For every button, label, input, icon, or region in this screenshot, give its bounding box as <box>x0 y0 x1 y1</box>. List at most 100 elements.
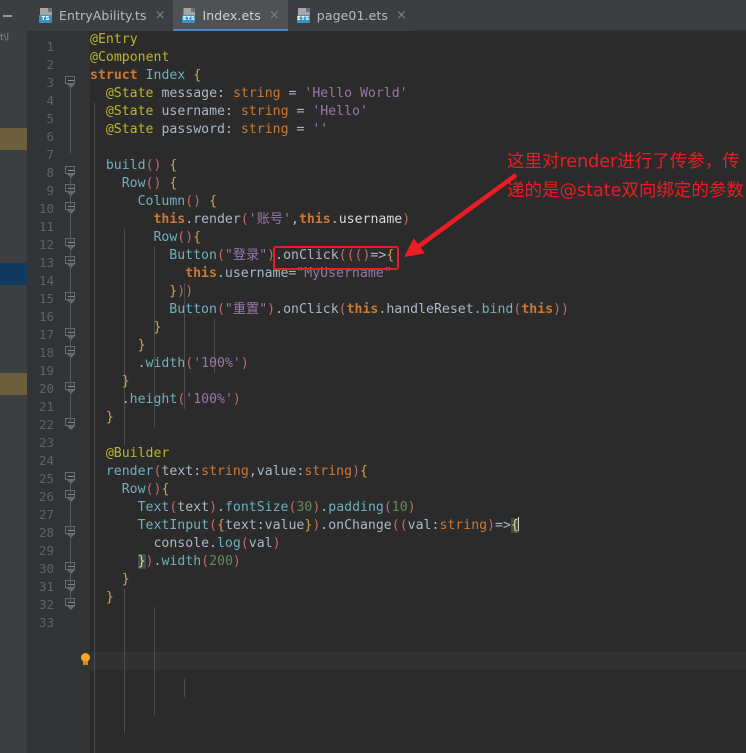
code-token: string <box>240 122 289 137</box>
line-number: 20 <box>38 381 54 396</box>
editor-left-strip[interactable]: t\l <box>0 31 27 753</box>
code-token: . <box>121 392 130 407</box>
code-token: Button <box>169 248 217 263</box>
typescript-file-icon: TS <box>39 8 53 23</box>
change-marker-selected[interactable] <box>0 263 27 285</box>
code-line[interactable]: .width('100%') <box>138 355 249 373</box>
file-badge-ts: TS <box>39 15 52 23</box>
code-editor[interactable]: t\l 1 2 3 4 5 6 7 8 9 10 11 12 13 14 15 16 17 18 19 20 21 22 2… <box>0 31 746 753</box>
code-token: . <box>275 248 284 263</box>
code-token: this <box>521 302 554 317</box>
tool-window-stub[interactable] <box>0 0 30 31</box>
code-token: ) <box>487 518 496 533</box>
tab-entryability-ts[interactable]: TS EntryAbility.ts × <box>30 0 174 31</box>
line-number: 13 <box>38 255 54 270</box>
code-token: = <box>280 86 305 101</box>
close-icon[interactable]: × <box>155 9 166 22</box>
code-token: password <box>153 122 225 137</box>
code-line[interactable]: struct Index { <box>90 67 201 85</box>
line-number: 6 <box>46 129 54 144</box>
code-token: . <box>473 302 482 317</box>
code-token: width <box>145 356 186 371</box>
code-line[interactable] <box>90 427 98 445</box>
code-token: ( <box>185 356 194 371</box>
line-number: 4 <box>46 93 54 108</box>
code-token: onClick <box>283 248 339 263</box>
code-token: bind <box>481 302 514 317</box>
code-line[interactable]: .height('100%') <box>122 391 241 409</box>
code-line[interactable]: @State message: string = 'Hello World' <box>106 85 408 103</box>
code-line[interactable]: Row() { <box>122 175 178 193</box>
line-number: 33 <box>38 615 54 630</box>
code-line[interactable]: Row(){ <box>153 229 201 247</box>
change-marker-modified[interactable] <box>0 373 27 395</box>
code-token: ) <box>272 536 281 551</box>
code-token: username <box>338 212 403 227</box>
line-number: 10 <box>38 201 54 216</box>
code-token: Column <box>137 194 186 209</box>
indent-guide <box>154 607 155 715</box>
code-token: : <box>224 104 233 119</box>
code-line[interactable] <box>90 139 98 157</box>
code-token: : <box>224 122 233 137</box>
code-token: { <box>169 158 178 173</box>
text-caret <box>517 517 519 531</box>
line-number: 12 <box>38 237 54 252</box>
code-line[interactable]: } <box>106 409 114 427</box>
code-line[interactable]: this.render('账号',this.username) <box>153 211 410 229</box>
code-line[interactable]: })) <box>169 283 193 301</box>
code-line[interactable]: @Component <box>90 49 169 67</box>
code-line[interactable]: Button("重置").onClick(this.handleReset.bi… <box>169 301 569 319</box>
code-area[interactable]: @Entry @Component struct Index {@State mes… <box>90 31 746 753</box>
code-token: Row <box>153 230 178 245</box>
close-icon[interactable]: × <box>269 9 280 22</box>
code-line[interactable]: Text(text).fontSize(30).padding(10) <box>138 499 416 517</box>
code-token: ) <box>232 554 241 569</box>
code-line[interactable]: console.log(val) <box>153 535 280 553</box>
code-token: val <box>407 518 432 533</box>
change-marker-modified[interactable] <box>0 128 27 150</box>
code-line[interactable]: build() { <box>106 157 178 175</box>
code-line[interactable]: Column() { <box>138 193 217 211</box>
breadcrumb: t\l <box>0 33 10 43</box>
code-line[interactable]: } <box>106 589 114 607</box>
code-token: this <box>153 212 186 227</box>
code-line[interactable]: Button("登录").onClick((()=>{ <box>169 247 394 265</box>
code-line[interactable]: @Builder <box>106 445 170 463</box>
code-line[interactable] <box>90 607 98 625</box>
code-line[interactable]: } <box>122 571 130 589</box>
code-token: 200 <box>209 554 233 569</box>
code-line[interactable]: } <box>122 373 130 391</box>
code-token: () <box>177 230 194 245</box>
code-token: ( <box>209 518 217 533</box>
editor-gutter[interactable]: 1 2 3 4 5 6 7 8 9 10 11 12 13 14 15 16 17 18 19 20 21 22 23 24 2… <box>27 31 90 753</box>
tab-index-ets[interactable]: ETS Index.ets × <box>173 0 289 31</box>
code-token: username <box>224 266 289 281</box>
code-token: 30 <box>296 500 313 515</box>
code-line[interactable]: @State username: string = 'Hello' <box>106 103 368 121</box>
code-token: ( <box>338 302 347 317</box>
line-number: 29 <box>38 543 54 558</box>
code-line[interactable]: Row(){ <box>122 481 170 499</box>
close-icon[interactable]: × <box>396 9 407 22</box>
code-line[interactable]: } <box>153 319 161 337</box>
code-line[interactable]: this.username="MyUsername" <box>185 265 391 283</box>
indent-guide <box>124 229 125 445</box>
tab-page01-ets[interactable]: ETS page01.ets × <box>287 0 415 31</box>
code-line[interactable]: @Entry <box>90 31 138 49</box>
file-badge-ets: ETS <box>182 15 196 23</box>
code-token: ( <box>240 212 249 227</box>
code-line[interactable]: } <box>138 337 146 355</box>
code-token: () <box>145 482 162 497</box>
code-line[interactable]: TextInput({text:value}).onChange((val:st… <box>138 517 519 535</box>
line-number: 2 <box>46 57 54 72</box>
code-token: ) <box>267 248 276 263</box>
code-line[interactable]: }).width(200) <box>137 553 241 571</box>
line-number: 3 <box>46 75 54 90</box>
code-token: "MyUsername" <box>296 266 392 281</box>
tab-label: Index.ets <box>202 8 261 23</box>
code-line[interactable]: @State password: string = '' <box>106 121 328 139</box>
code-token: Row <box>121 176 146 191</box>
code-line[interactable]: render(text:string,value:string){ <box>106 463 368 481</box>
